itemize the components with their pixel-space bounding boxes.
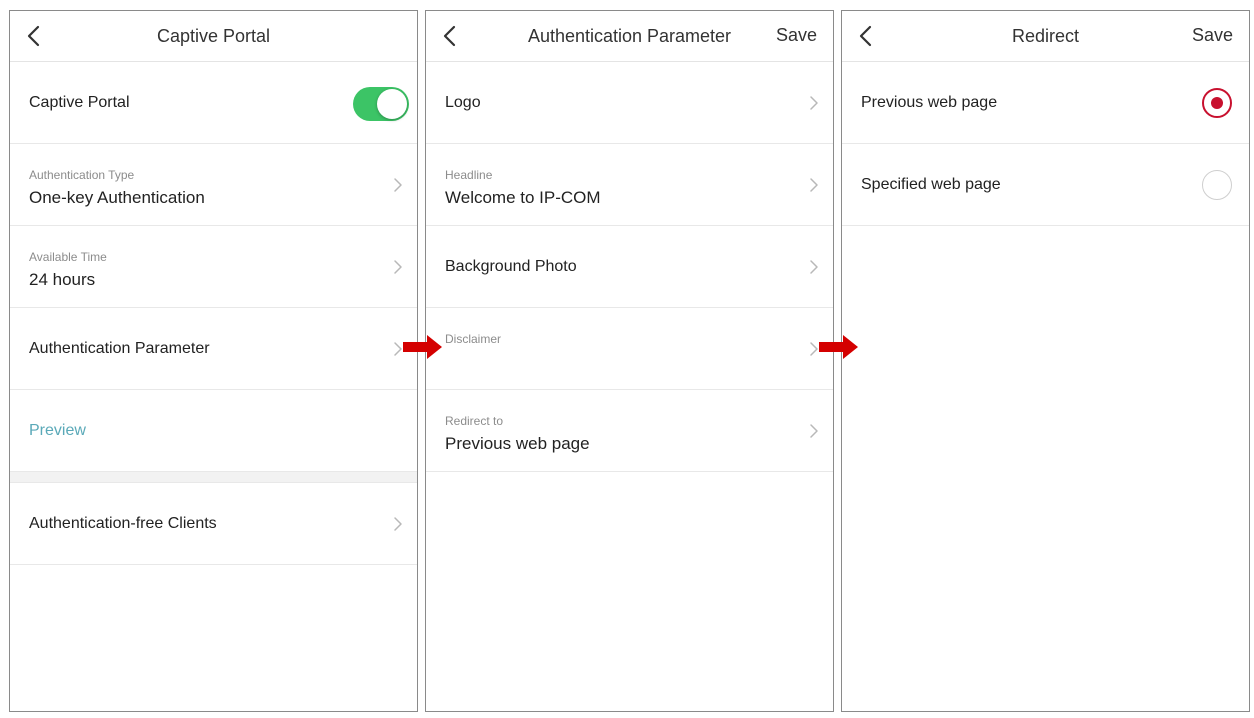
option-label: Previous web page: [861, 94, 998, 111]
toggle-knob: [377, 89, 407, 119]
authentication-type-row[interactable]: Authentication Type One-key Authenticati…: [10, 144, 417, 226]
red-arrow-icon: [403, 334, 443, 360]
redirect-to-value: Previous web page: [445, 434, 590, 453]
chevron-right-icon: [809, 423, 819, 439]
navbar: Captive Portal: [10, 11, 417, 62]
disclaimer-row[interactable]: Disclaimer: [426, 308, 833, 390]
disclaimer-label: Disclaimer: [445, 332, 502, 346]
redirect-option-previous[interactable]: Previous web page: [842, 62, 1249, 144]
headline-label: Headline: [445, 168, 493, 182]
page-title: Captive Portal: [156, 26, 271, 46]
chevron-right-icon: [809, 341, 819, 357]
redirect-screen: Redirect Save Previous web page Specifie…: [841, 10, 1250, 712]
available-time-row[interactable]: Available Time 24 hours: [10, 226, 417, 308]
redirect-option-specified[interactable]: Specified web page: [842, 144, 1249, 226]
captive-portal-screen: Captive Portal Captive Portal Authentica…: [9, 10, 418, 712]
authentication-type-value: One-key Authentication: [29, 188, 205, 207]
headline-value: Welcome to IP-COM: [445, 188, 601, 207]
authentication-type-label: Authentication Type: [29, 168, 135, 182]
logo-label: Logo: [445, 94, 481, 111]
navbar: Authentication Parameter Save: [426, 11, 833, 62]
available-time-value: 24 hours: [29, 270, 96, 289]
save-button[interactable]: Save: [776, 11, 817, 59]
chevron-right-icon: [393, 516, 403, 532]
authentication-parameter-screen: Authentication Parameter Save Logo Headl…: [425, 10, 834, 712]
captive-portal-toggle-row: Captive Portal: [10, 62, 417, 144]
chevron-right-icon: [393, 341, 403, 357]
preview-link[interactable]: Preview: [29, 390, 86, 472]
redirect-to-row[interactable]: Redirect to Previous web page: [426, 390, 833, 472]
page-title: Authentication Parameter: [527, 26, 732, 46]
preview-row[interactable]: Preview: [10, 390, 417, 472]
chevron-right-icon: [393, 177, 403, 193]
authentication-parameter-row[interactable]: Authentication Parameter: [10, 308, 417, 390]
option-label: Specified web page: [861, 176, 1001, 193]
navbar: Redirect Save: [842, 11, 1249, 62]
headline-row[interactable]: Headline Welcome to IP-COM: [426, 144, 833, 226]
available-time-label: Available Time: [29, 250, 107, 264]
background-photo-label: Background Photo: [445, 258, 577, 275]
section-divider: [10, 472, 417, 483]
background-photo-row[interactable]: Background Photo: [426, 226, 833, 308]
chevron-right-icon: [809, 95, 819, 111]
red-arrow-icon: [819, 334, 859, 360]
radio-selected[interactable]: [1202, 88, 1232, 118]
page-title: Redirect: [1011, 26, 1080, 46]
authentication-parameter-label: Authentication Parameter: [29, 340, 210, 357]
radio-dot: [1211, 97, 1223, 109]
captive-portal-toggle-label: Captive Portal: [29, 94, 130, 111]
chevron-right-icon: [809, 177, 819, 193]
captive-portal-toggle[interactable]: [353, 87, 409, 121]
logo-row[interactable]: Logo: [426, 62, 833, 144]
chevron-right-icon: [809, 259, 819, 275]
chevron-right-icon: [393, 259, 403, 275]
authentication-free-clients-row[interactable]: Authentication-free Clients: [10, 483, 417, 565]
save-button[interactable]: Save: [1192, 11, 1233, 59]
radio-unselected[interactable]: [1202, 170, 1232, 200]
authentication-free-clients-label: Authentication-free Clients: [29, 515, 217, 532]
redirect-to-label: Redirect to: [445, 414, 504, 428]
